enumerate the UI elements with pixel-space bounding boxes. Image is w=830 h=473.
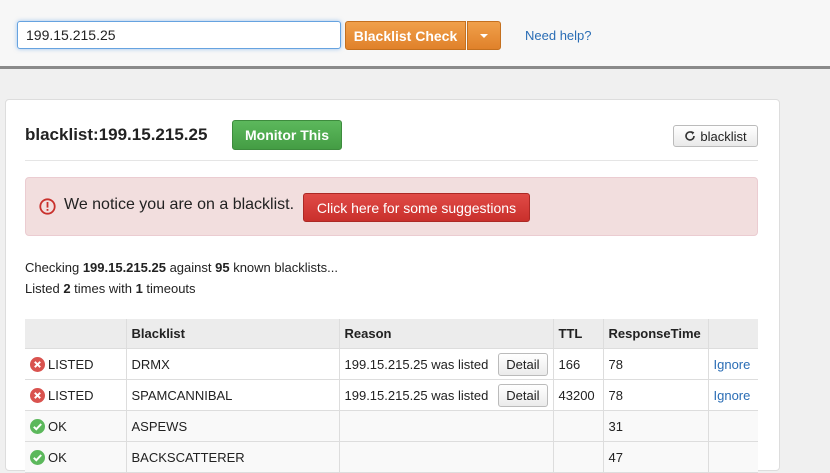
ignore-link[interactable]: Ignore (714, 388, 751, 403)
alert-message: We notice you are on a blacklist. (64, 196, 295, 213)
refresh-button-label: blacklist (700, 128, 747, 144)
action-cell: Ignore (708, 348, 758, 380)
table-row: LISTED DRMX 199.15.215.25 was listed Det… (25, 348, 758, 380)
blacklist-name: DRMX (126, 348, 340, 380)
refresh-blacklist-button[interactable]: blacklist (673, 125, 758, 147)
ttl-value: 166 (553, 348, 604, 380)
status-cell: LISTED (25, 379, 127, 411)
listed-count: 2 (63, 281, 71, 296)
response-time-value: 78 (603, 379, 709, 411)
results-table: Blacklist Reason TTL ResponseTime LISTED (25, 319, 758, 473)
checked-ip: 199.15.215.25 (82, 260, 166, 275)
check-circle-icon (30, 418, 45, 434)
ip-search-input[interactable] (17, 21, 341, 49)
column-header-status (25, 319, 127, 349)
column-header-ttl: TTL (553, 319, 604, 349)
page-title: blacklist:199.15.215.25 (25, 125, 208, 144)
check-circle-icon (30, 449, 45, 465)
column-header-action (708, 319, 758, 349)
reason-cell (339, 441, 554, 473)
reason-text: 199.15.215.25 was listed (344, 387, 489, 403)
status-cell: OK (25, 410, 127, 442)
blacklist-count: 95 (215, 260, 230, 275)
monitor-this-button[interactable]: Monitor This (232, 120, 342, 150)
reason-cell: 199.15.215.25 was listed Detail (339, 348, 554, 380)
listed-summary: Listed 2 times with 1 timeouts (25, 281, 196, 296)
response-time-value: 47 (603, 441, 709, 473)
ttl-value (553, 410, 604, 442)
table-header-row: Blacklist Reason TTL ResponseTime (25, 319, 758, 349)
detail-button[interactable]: Detail (498, 352, 548, 376)
ignore-link[interactable]: Ignore (714, 357, 751, 372)
ttl-value: 43200 (553, 379, 604, 411)
top-bar: Blacklist Check Need help? (0, 0, 830, 69)
x-circle-icon (30, 356, 45, 372)
need-help-link[interactable]: Need help? (525, 28, 592, 43)
ttl-value (553, 441, 604, 473)
action-cell: Ignore (708, 379, 758, 411)
suggestions-button[interactable]: Click here for some suggestions (303, 193, 530, 222)
check-options-dropdown-button[interactable] (467, 21, 501, 50)
table-row: OK BACKSCATTERER 47 (25, 441, 758, 473)
column-header-blacklist: Blacklist (126, 319, 340, 349)
status-label: OK (48, 418, 67, 434)
status-label: LISTED (48, 387, 94, 403)
reason-cell: 199.15.215.25 was listed Detail (339, 379, 554, 411)
blacklist-name: SPAMCANNIBAL (126, 379, 340, 411)
table-row: OK ASPEWS 31 (25, 410, 758, 442)
blacklist-name: BACKSCATTERER (126, 441, 340, 473)
status-label: OK (48, 449, 67, 465)
status-cell: LISTED (25, 348, 127, 380)
title-divider (25, 160, 758, 161)
timeout-count: 1 (135, 281, 143, 296)
action-cell (708, 441, 758, 473)
chevron-down-icon (480, 33, 488, 38)
response-time-value: 31 (603, 410, 709, 442)
exclamation-circle-icon (39, 198, 56, 215)
column-header-reason: Reason (339, 319, 554, 349)
action-cell (708, 410, 758, 442)
blacklist-name: ASPEWS (126, 410, 340, 442)
x-circle-icon (30, 387, 45, 403)
table-row: LISTED SPAMCANNIBAL 199.15.215.25 was li… (25, 379, 758, 411)
checking-summary: Checking 199.15.215.25 against 95 known … (25, 260, 338, 275)
results-table-wrap: Blacklist Reason TTL ResponseTime LISTED (25, 319, 758, 473)
refresh-icon (685, 131, 696, 141)
blacklist-check-button[interactable]: Blacklist Check (345, 21, 466, 50)
column-header-response-time: ResponseTime (603, 319, 709, 349)
status-label: LISTED (48, 356, 94, 372)
reason-cell (339, 410, 554, 442)
reason-text: 199.15.215.25 was listed (344, 356, 489, 372)
response-time-value: 78 (603, 348, 709, 380)
status-cell: OK (25, 441, 127, 473)
detail-button[interactable]: Detail (498, 383, 548, 407)
